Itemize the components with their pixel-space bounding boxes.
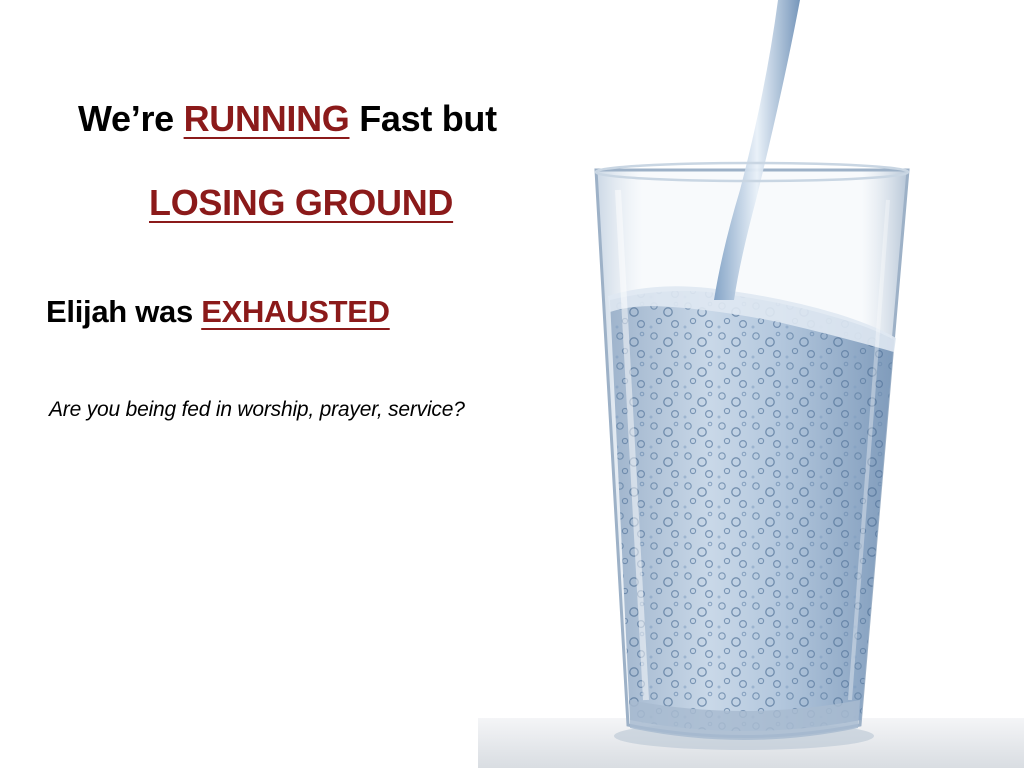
subheadline-text: LOSING GROUND — [149, 182, 454, 223]
point-emphasis: EXHAUSTED — [201, 294, 390, 329]
headline-prefix: We’re — [78, 98, 184, 139]
question: Are you being fed in worship, prayer, se… — [49, 398, 465, 421]
headline-suffix: Fast but — [349, 98, 497, 139]
point-prefix: Elijah was — [46, 294, 202, 329]
headline-emphasis: RUNNING — [183, 98, 350, 139]
subheadline: LOSING GROUND — [149, 182, 453, 224]
point: Elijah was EXHAUSTED — [46, 294, 390, 330]
slide: We’re RUNNING Fast but LOSING GROUND Eli… — [0, 0, 1024, 768]
headline: We’re RUNNING Fast but — [78, 98, 497, 140]
glass-of-water-icon — [478, 0, 1024, 768]
